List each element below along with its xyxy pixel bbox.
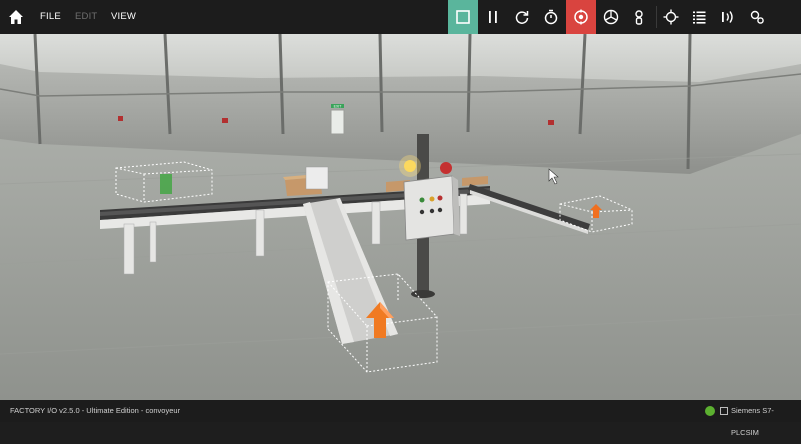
driver-ok-icon bbox=[705, 406, 715, 416]
scene-viewport[interactable]: EXIT bbox=[0, 34, 801, 400]
camera-orbit-icon bbox=[603, 9, 619, 25]
home-icon bbox=[9, 10, 23, 24]
camera-orbit-button[interactable] bbox=[596, 2, 626, 32]
top-toolbar: FILE EDIT VIEW bbox=[0, 0, 801, 34]
status-bar: FACTORY I/O v2.5.0 - Ultimate Edition - … bbox=[0, 400, 801, 437]
camera-fly-icon bbox=[635, 10, 643, 25]
home-button[interactable] bbox=[6, 7, 26, 27]
reset-icon bbox=[515, 11, 529, 24]
menu-file[interactable]: FILE bbox=[40, 0, 61, 34]
drivers-button[interactable] bbox=[566, 0, 596, 34]
driver-icon bbox=[720, 407, 728, 415]
camera-fly-button[interactable] bbox=[624, 2, 654, 32]
settings-button[interactable] bbox=[742, 2, 772, 32]
list-button[interactable] bbox=[684, 2, 714, 32]
driver-label[interactable]: Siemens S7-PLCSIM bbox=[731, 400, 801, 444]
factory-scene: EXIT bbox=[0, 34, 801, 400]
stop-button[interactable] bbox=[448, 0, 478, 34]
stop-icon bbox=[456, 10, 470, 24]
drivers-icon bbox=[574, 9, 588, 25]
timer-icon bbox=[544, 9, 558, 25]
reset-button[interactable] bbox=[507, 2, 537, 32]
settings-icon bbox=[750, 10, 764, 24]
camera-first-person-icon bbox=[663, 9, 679, 25]
sensor-icon bbox=[722, 11, 733, 23]
menu-view[interactable]: VIEW bbox=[111, 0, 136, 34]
menu-edit[interactable]: EDIT bbox=[75, 0, 97, 34]
list-icon bbox=[693, 11, 706, 24]
status-text: FACTORY I/O v2.5.0 - Ultimate Edition - … bbox=[10, 406, 181, 415]
camera-first-person-button[interactable] bbox=[656, 2, 686, 32]
timer-button[interactable] bbox=[536, 2, 566, 32]
pause-button[interactable] bbox=[478, 2, 508, 32]
sensor-button[interactable] bbox=[713, 2, 743, 32]
pause-icon bbox=[489, 11, 497, 23]
exit-sign: EXIT bbox=[334, 104, 343, 108]
